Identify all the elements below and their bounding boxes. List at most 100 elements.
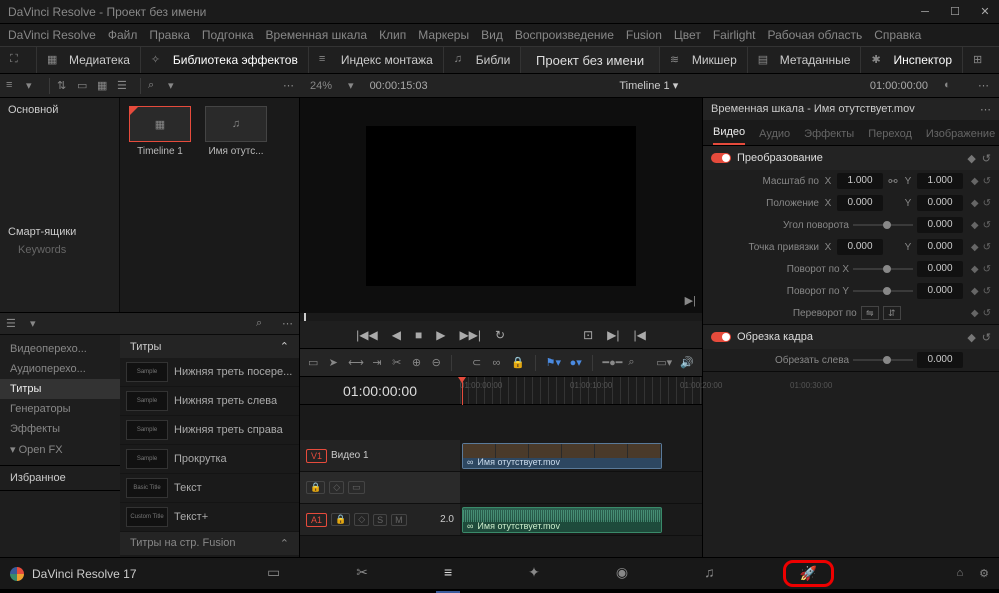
close-button[interactable]: ✕ — [979, 6, 991, 18]
lock-icon[interactable]: 🔒 — [306, 481, 325, 494]
menu-справка[interactable]: Справка — [874, 28, 921, 42]
timeline-ruler[interactable]: 01:00:00:00 01:00:00:0001:00:10:0001:00:… — [300, 377, 702, 405]
category-item[interactable]: Генераторы — [0, 399, 120, 419]
marker-icon[interactable]: ●▾ — [570, 356, 582, 369]
maximize-button[interactable]: ☐ — [949, 6, 961, 18]
title-preset[interactable]: Custom TitleТекст+ — [120, 503, 299, 532]
menu-fusion[interactable]: Fusion — [626, 28, 662, 42]
bypass-icon[interactable]: ◐ — [944, 79, 960, 93]
crop-left-slider[interactable] — [853, 359, 913, 361]
fullscreen-toggle[interactable]: ⛶ — [0, 47, 37, 73]
reset-icon[interactable]: ↺ — [982, 152, 991, 165]
timeline-view-icon[interactable]: ▭ — [308, 356, 318, 369]
sound-library-button[interactable]: ♫Библи — [444, 47, 522, 73]
prev-edit-button[interactable]: ▶| — [607, 328, 619, 342]
rotx-field[interactable]: 0.000 — [917, 261, 963, 277]
dropdown-icon[interactable]: ▾ — [26, 79, 42, 93]
crop-toggle[interactable] — [711, 332, 731, 342]
search-icon[interactable]: ⌕ — [148, 79, 164, 93]
category-item[interactable]: Видеоперехо... — [0, 339, 120, 359]
collapse-icon-2[interactable]: ⌃ — [280, 537, 289, 550]
rotx-slider[interactable] — [853, 268, 913, 270]
panel-search-icon[interactable]: ⌕ — [256, 317, 272, 331]
media-pool-button[interactable]: ▦Медиатека — [37, 47, 141, 73]
zoom-icon[interactable]: ⌕ — [627, 356, 637, 369]
options-button[interactable]: ⊞ — [962, 47, 999, 73]
list-view-icon[interactable]: ≡ — [6, 79, 22, 93]
list-view2-icon[interactable]: ☰ — [117, 79, 133, 93]
flip-h-button[interactable]: ⇋ — [861, 306, 879, 320]
disable-icon[interactable]: ▭ — [348, 481, 365, 494]
menu-davinci-resolve[interactable]: DaVinci Resolve — [8, 28, 96, 42]
match-frame-button[interactable]: ⊡ — [583, 328, 593, 342]
anchor-y-field[interactable]: 0.000 — [917, 239, 963, 255]
bin-master[interactable]: Основной — [8, 104, 111, 116]
next-edit-button[interactable]: |◀ — [634, 328, 646, 342]
menu-маркеры[interactable]: Маркеры — [418, 28, 469, 42]
media-clip[interactable]: ♫Имя отутс... — [204, 106, 268, 157]
color-page-button[interactable]: ◉ — [608, 560, 636, 587]
transform-toggle[interactable] — [711, 153, 731, 163]
rotation-field[interactable]: 0.000 — [917, 217, 963, 233]
lock-icon[interactable]: 🔒 — [511, 356, 525, 369]
dynamic-trim-tool[interactable]: ⇥ — [372, 356, 382, 369]
collapse-icon[interactable]: ⌃ — [280, 340, 289, 353]
mixer-button[interactable]: ≋Микшер — [659, 47, 747, 73]
audio-icon[interactable]: 🔊 — [680, 356, 694, 369]
menu-подгонка[interactable]: Подгонка — [202, 28, 254, 42]
rotation-slider[interactable] — [853, 224, 913, 226]
next-clip-icon[interactable]: ▶| — [685, 294, 696, 307]
play-reverse-button[interactable]: ◀ — [392, 328, 401, 342]
stop-button[interactable]: ■ — [415, 328, 422, 342]
snap-icon[interactable]: ⊂ — [472, 356, 482, 369]
roty-field[interactable]: 0.000 — [917, 283, 963, 299]
insert-tool[interactable]: ⊕ — [412, 356, 422, 369]
inspector-tab-эффекты[interactable]: Эффекты — [804, 128, 854, 145]
inspector-tab-переход[interactable]: Переход — [868, 128, 912, 145]
smart-bin-keywords[interactable]: Keywords — [8, 244, 111, 256]
video-track-header[interactable]: V1 Видео 1 — [300, 440, 460, 471]
viewer-zoom[interactable]: 24% — [310, 80, 332, 92]
link-icon[interactable]: ∞ — [492, 357, 502, 369]
pos-y-field[interactable]: 0.000 — [917, 195, 963, 211]
video-clip[interactable]: ∞Имя отутствует.mov — [462, 443, 662, 469]
menu-правка[interactable]: Правка — [149, 28, 190, 42]
scale-link-icon[interactable]: ⚯ — [887, 175, 899, 188]
metadata-button[interactable]: ▤Метаданные — [747, 47, 861, 73]
pool-options-icon[interactable]: ⋯ — [283, 79, 294, 92]
media-page-button[interactable]: ▭ — [259, 560, 288, 587]
project-settings-button[interactable]: ⚙ — [979, 567, 989, 580]
category-item[interactable]: ▾ Open FX — [0, 439, 120, 460]
timeline-selector[interactable]: Timeline 1 ▾ — [619, 79, 678, 92]
viewer[interactable]: ▶| — [300, 98, 702, 313]
audio-track-header[interactable]: A1 🔒 ◇ S M 2.0 — [300, 504, 460, 535]
blade-tool[interactable]: ✂ — [392, 356, 402, 369]
first-frame-button[interactable]: |◀◀ — [356, 328, 378, 342]
inspector-tab-изображение[interactable]: Изображение — [926, 128, 995, 145]
roty-slider[interactable] — [853, 290, 913, 292]
filmstrip-icon[interactable]: ▭ — [77, 79, 93, 93]
viewer-options-icon[interactable]: ⋯ — [978, 79, 989, 92]
zoom-slider-icon[interactable]: ━●━ — [603, 356, 617, 369]
scale-x-field[interactable]: 1.000 — [837, 173, 883, 189]
sort-icon[interactable]: ⇅ — [57, 79, 73, 93]
crop-left-field[interactable]: 0.000 — [917, 352, 963, 368]
play-button[interactable]: ▶ — [436, 328, 445, 342]
auto-select-icon[interactable]: ◇ — [329, 481, 344, 494]
flag-icon[interactable]: ⚑▾ — [546, 356, 560, 369]
title-preset[interactable]: SampleНижняя треть справа — [120, 416, 299, 445]
menu-воспроизведение[interactable]: Воспроизведение — [515, 28, 614, 42]
title-preset[interactable]: SampleПрокрутка — [120, 445, 299, 474]
custom-view-icon[interactable]: ▭▾ — [656, 356, 670, 369]
media-clip[interactable]: ▦Timeline 1 — [128, 106, 192, 157]
minimize-button[interactable]: ─ — [919, 6, 931, 18]
title-preset[interactable]: SampleНижняя треть посере... — [120, 358, 299, 387]
audio-clip[interactable]: ∞Имя отутствует.mov — [462, 507, 662, 533]
thumb-view-icon[interactable]: ▦ — [97, 79, 113, 93]
category-item[interactable]: Эффекты — [0, 419, 120, 439]
selection-tool[interactable]: ➤ — [328, 356, 338, 369]
home-button[interactable]: ⌂ — [956, 567, 963, 580]
loop-button[interactable]: ↻ — [495, 328, 505, 342]
favorites-label[interactable]: Избранное — [10, 472, 66, 484]
edit-index-button[interactable]: ≡Индекс монтажа — [309, 47, 444, 73]
